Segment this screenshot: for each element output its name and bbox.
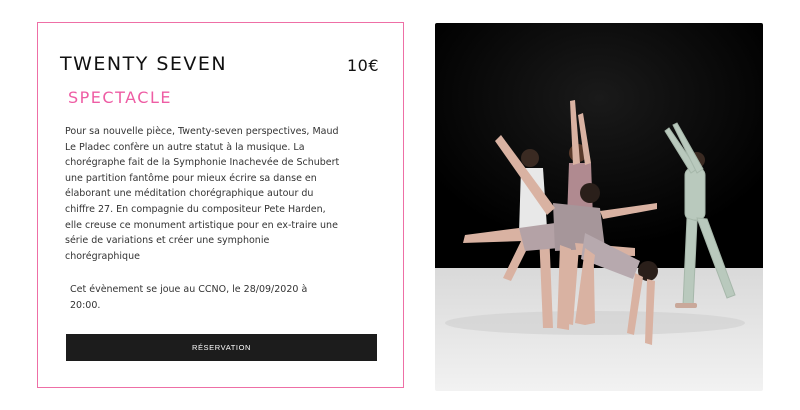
reservation-button[interactable]: RÉSERVATION — [66, 334, 377, 361]
event-title: TWENTY SEVEN — [60, 53, 228, 75]
dance-performance-image — [435, 23, 763, 391]
event-card: TWENTY SEVEN 10€ SPECTACLE Pour sa nouve… — [37, 22, 404, 388]
event-price: 10€ — [346, 56, 379, 75]
event-category: SPECTACLE — [68, 88, 172, 107]
event-venue-info: Cet évènement se joue au CCNO, le 28/09/… — [70, 284, 308, 311]
event-photo — [435, 23, 763, 391]
event-description: Pour sa nouvelle pièce, Twenty-seven per… — [65, 126, 340, 262]
